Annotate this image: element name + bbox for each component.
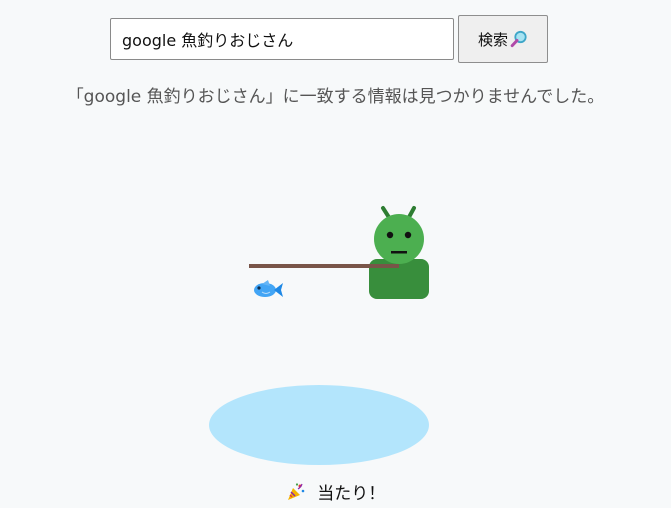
magnifier-icon xyxy=(510,30,527,48)
character-head xyxy=(374,214,424,264)
character-body xyxy=(369,259,429,299)
fishing-scene xyxy=(209,206,429,465)
pond xyxy=(209,385,429,465)
right-eye xyxy=(404,231,412,239)
mouth xyxy=(391,251,407,254)
no-results-message: 「google 魚釣りおじさん」に一致する情報は見つかりませんでした。 xyxy=(66,87,605,107)
search-input[interactable] xyxy=(110,18,454,60)
status-text: 当たり！ xyxy=(317,484,386,504)
fishing-rod xyxy=(249,264,399,268)
party-popper-icon xyxy=(287,482,305,500)
search-button-label: 検索 xyxy=(477,30,508,49)
left-eye xyxy=(386,231,394,239)
search-button[interactable]: 検索 xyxy=(458,15,548,63)
right-antenna xyxy=(406,206,416,221)
game-status: 当たり！ xyxy=(0,479,671,504)
character xyxy=(369,206,429,299)
fish-icon xyxy=(254,280,283,297)
left-antenna xyxy=(381,206,392,221)
